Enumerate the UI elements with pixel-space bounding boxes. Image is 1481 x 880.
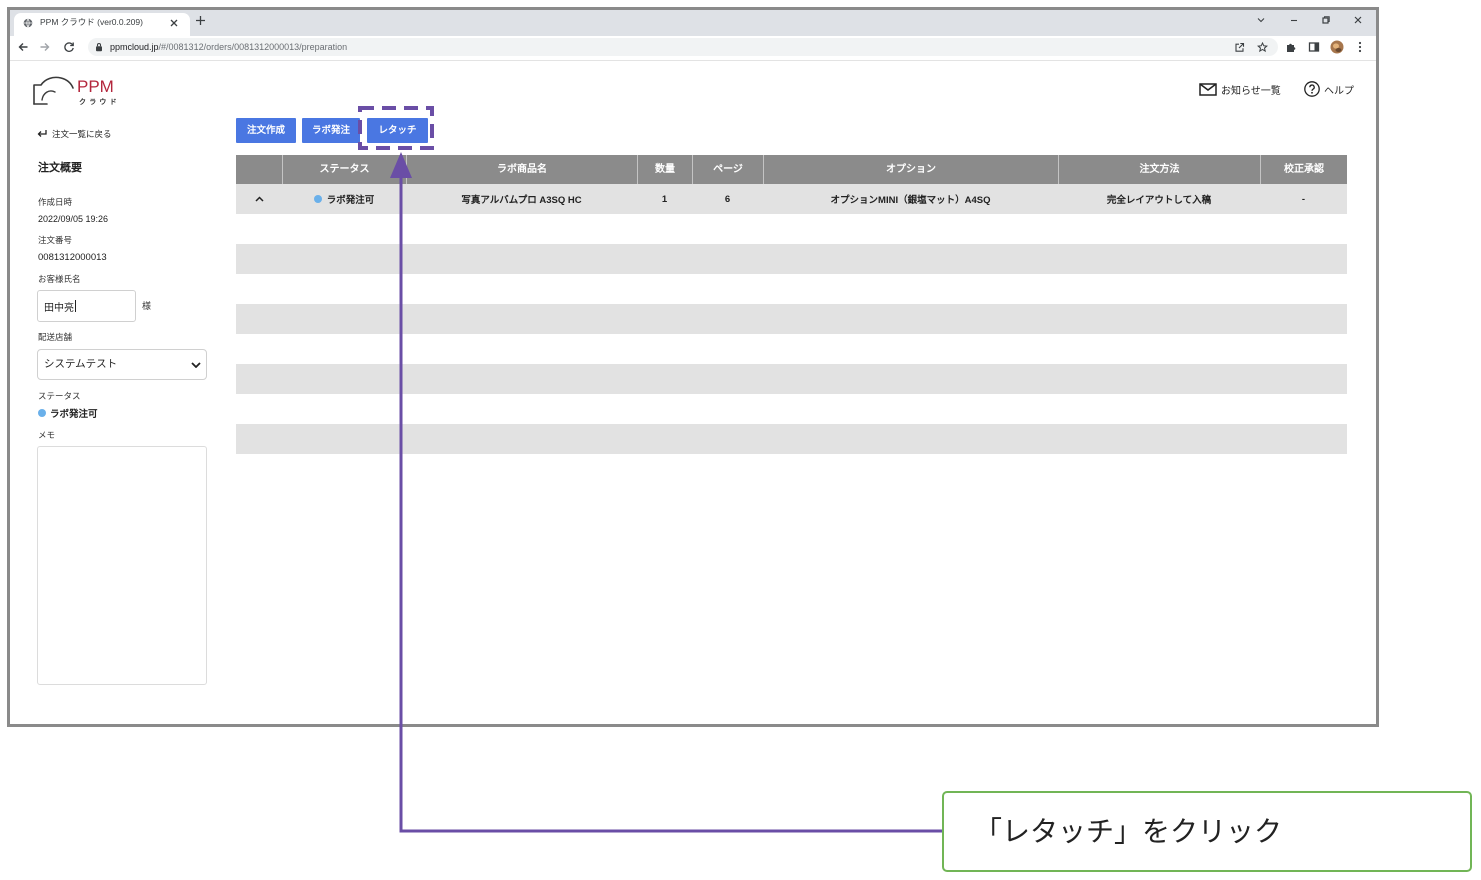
column-header-pages: ページ bbox=[692, 155, 763, 184]
column-header-status: ステータス bbox=[282, 155, 406, 184]
customer-name-input[interactable]: 田中亮 bbox=[37, 290, 136, 322]
table-row-empty bbox=[236, 454, 1347, 484]
table-row-empty bbox=[236, 424, 1347, 454]
page-content: PPM クラウド お知らせ一覧 ヘルプ 注文一覧に戻る 注文概要 作成日時 20… bbox=[10, 61, 1376, 724]
mail-icon bbox=[1199, 82, 1217, 96]
help-link[interactable]: ヘルプ bbox=[1304, 81, 1354, 97]
store-select[interactable]: システムテスト bbox=[37, 349, 207, 380]
customer-name-label: お客様氏名 bbox=[38, 274, 81, 284]
column-header-proof-approval: 校正承認 bbox=[1260, 155, 1347, 184]
window-close-icon[interactable] bbox=[1353, 15, 1363, 25]
table-row-empty bbox=[236, 274, 1347, 304]
back-label: 注文一覧に戻る bbox=[52, 128, 112, 139]
row-product: 写真アルバムプロ A3SQ HC bbox=[461, 195, 582, 206]
share-icon[interactable] bbox=[1234, 42, 1245, 53]
browser-tab[interactable]: PPM クラウド (ver0.0.209) bbox=[14, 13, 190, 36]
minimize-icon[interactable] bbox=[1289, 15, 1299, 25]
close-icon[interactable] bbox=[169, 18, 179, 28]
avatar[interactable] bbox=[1330, 40, 1344, 54]
column-header-option: オプション bbox=[763, 155, 1058, 184]
customer-name-value: 田中亮 bbox=[44, 302, 74, 314]
memo-label: メモ bbox=[38, 430, 56, 440]
row-proof-approval: - bbox=[1301, 193, 1306, 205]
row-status-label: ラボ発注可 bbox=[326, 195, 375, 206]
column-header-order-method: 注文方法 bbox=[1058, 155, 1260, 184]
row-toggle-button[interactable] bbox=[236, 184, 282, 214]
star-icon[interactable] bbox=[1257, 41, 1268, 53]
memo-textarea[interactable] bbox=[37, 446, 207, 685]
browser-toolbar: ppmcloud.jp/#/0081312/orders/00813120000… bbox=[10, 36, 1376, 61]
menu-icon[interactable] bbox=[1358, 41, 1362, 53]
restore-icon[interactable] bbox=[1321, 15, 1331, 25]
status-badge: ラボ発注可 bbox=[38, 407, 98, 420]
url-text[interactable]: ppmcloud.jp/#/0081312/orders/00813120000… bbox=[110, 38, 347, 56]
chevron-up-icon bbox=[254, 196, 264, 202]
row-quantity: 1 bbox=[661, 193, 668, 205]
tab-title: PPM クラウド (ver0.0.209) bbox=[40, 17, 143, 27]
created-label: 作成日時 bbox=[38, 197, 73, 207]
customer-name-suffix: 様 bbox=[142, 301, 152, 311]
table-row-empty bbox=[236, 304, 1347, 334]
created-value: 2022/09/05 19:26 bbox=[38, 214, 109, 224]
store-select-value: システムテスト bbox=[44, 358, 118, 370]
logo-text: PPM bbox=[77, 77, 114, 96]
order-number-label: 注文番号 bbox=[38, 235, 73, 245]
tab-strip: PPM クラウド (ver0.0.209) bbox=[10, 10, 1376, 36]
address-bar[interactable]: ppmcloud.jp/#/0081312/orders/00813120000… bbox=[88, 38, 1278, 56]
column-header-toggle bbox=[236, 155, 282, 184]
notices-link[interactable]: お知らせ一覧 bbox=[1199, 81, 1281, 97]
text-caret bbox=[75, 300, 76, 312]
return-icon bbox=[37, 130, 47, 137]
order-summary-title: 注文概要 bbox=[38, 162, 82, 174]
store-label: 配送店舗 bbox=[38, 332, 73, 342]
order-table: ステータス ラボ商品名 数量 ページ オプション 注文方法 校正承認 ラボ発注可 bbox=[236, 155, 1347, 484]
table-row-empty bbox=[236, 364, 1347, 394]
create-order-button[interactable]: 注文作成 bbox=[236, 118, 296, 143]
browser-window: PPM クラウド (ver0.0.209) ppmcloud.jp/#/0081… bbox=[7, 7, 1379, 727]
back-to-orders-link[interactable]: 注文一覧に戻る bbox=[37, 127, 112, 140]
column-header-quantity: 数量 bbox=[637, 155, 692, 184]
annotation-callout-text: 「レタッチ」をクリック bbox=[974, 816, 1283, 847]
notices-label: お知らせ一覧 bbox=[1221, 85, 1281, 97]
chevron-down-icon[interactable] bbox=[1256, 15, 1266, 25]
retouch-button[interactable]: レタッチ bbox=[367, 118, 428, 143]
order-number-value: 0081312000013 bbox=[38, 252, 107, 263]
table-row-empty bbox=[236, 214, 1347, 244]
chevron-down-icon bbox=[191, 362, 201, 368]
lock-icon[interactable] bbox=[95, 42, 103, 52]
row-order-method: 完全レイアウトして入稿 bbox=[1106, 195, 1212, 206]
new-tab-icon[interactable] bbox=[195, 15, 206, 26]
status-label: ステータス bbox=[38, 391, 81, 401]
table-header: ステータス ラボ商品名 数量 ページ オプション 注文方法 校正承認 bbox=[236, 155, 1347, 184]
url-path: /#/0081312/orders/0081312000013/preparat… bbox=[158, 42, 348, 52]
help-label: ヘルプ bbox=[1324, 85, 1354, 97]
side-panel-icon[interactable] bbox=[1308, 41, 1320, 53]
status-dot bbox=[38, 409, 46, 417]
table-row-empty bbox=[236, 244, 1347, 274]
lab-order-button[interactable]: ラボ発注 bbox=[302, 118, 360, 143]
row-option: オプションMINI（銀塩マット）A4SQ bbox=[830, 195, 991, 206]
row-status: ラボ発注可 bbox=[282, 184, 406, 214]
ppm-logo[interactable]: PPM クラウド bbox=[32, 73, 127, 109]
logo-subtext: クラウド bbox=[79, 97, 120, 106]
table-row[interactable]: ラボ発注可 写真アルバムプロ A3SQ HC 1 6 オプションMINI（銀塩マ… bbox=[236, 184, 1347, 214]
status-value: ラボ発注可 bbox=[50, 409, 98, 420]
back-icon[interactable] bbox=[17, 41, 29, 53]
table-row-empty bbox=[236, 394, 1347, 424]
row-pages: 6 bbox=[724, 193, 731, 205]
globe-icon bbox=[23, 18, 33, 27]
forward-icon[interactable] bbox=[39, 41, 51, 53]
table-row-empty bbox=[236, 334, 1347, 364]
extensions-icon[interactable] bbox=[1285, 41, 1297, 53]
annotation-callout: 「レタッチ」をクリック bbox=[942, 791, 1472, 872]
url-host: ppmcloud.jp bbox=[110, 42, 159, 52]
column-header-product: ラボ商品名 bbox=[406, 155, 637, 184]
status-dot bbox=[313, 195, 322, 203]
help-icon bbox=[1304, 81, 1320, 97]
reload-icon[interactable] bbox=[63, 41, 75, 53]
